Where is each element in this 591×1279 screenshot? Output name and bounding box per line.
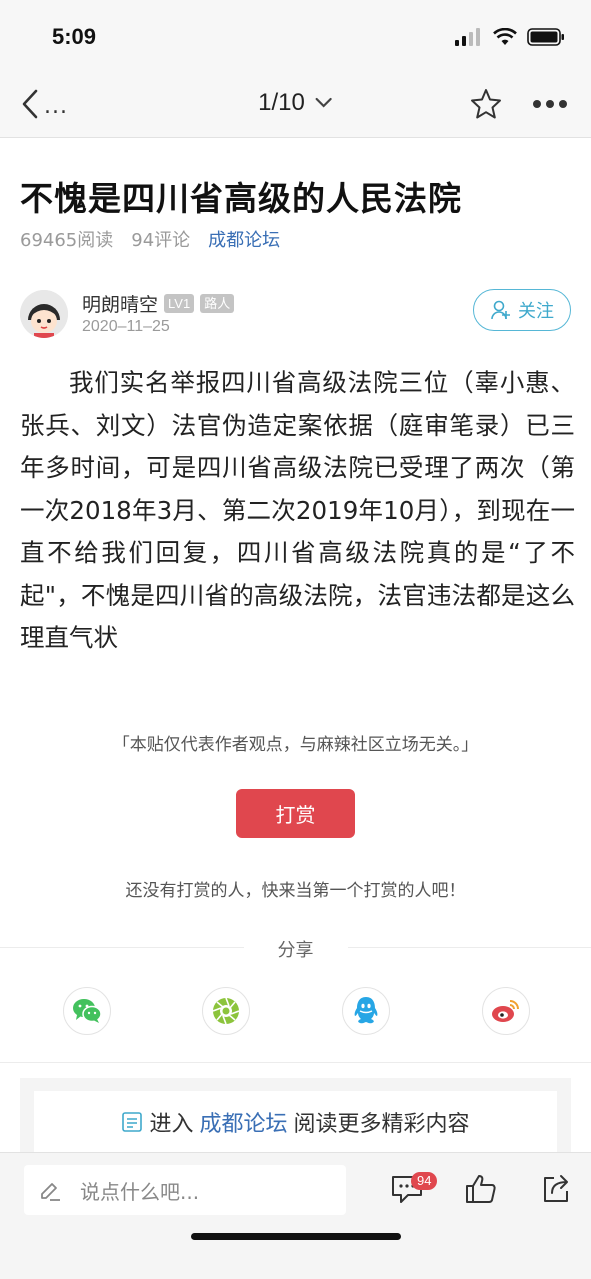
add-user-icon — [491, 300, 510, 320]
status-bar: 5:09 — [0, 0, 591, 72]
star-icon — [471, 89, 501, 119]
status-time: 5:09 — [52, 24, 97, 49]
back-label: ... — [44, 93, 68, 119]
moments-icon — [212, 997, 240, 1025]
battery-icon — [527, 28, 564, 46]
signal-icon — [455, 28, 480, 46]
forum-card-prefix: 进入 — [149, 1112, 194, 1137]
nav-bar: ... 1/10 — [0, 72, 591, 138]
thumbs-up-icon — [466, 1175, 496, 1203]
author-name[interactable]: 明朗晴空 — [82, 290, 158, 317]
status-icons — [455, 28, 565, 46]
list-document-icon — [122, 1112, 143, 1132]
page-indicator: 1/10 — [258, 89, 305, 116]
post-body: 我们实名举报四川省高级法院三位（辜小惠、张兵、刘文）法官伪造定案依据（庭审笔录）… — [20, 368, 575, 652]
qq-icon — [354, 997, 378, 1024]
bottom-bar: 说点什么吧... 94 — [0, 1152, 591, 1279]
chevron-down-icon — [315, 97, 332, 108]
home-indicator — [191, 1233, 401, 1240]
more-dot — [533, 100, 541, 108]
more-dot — [559, 100, 567, 108]
disclaimer: 「本贴仅代表作者观点，与麻辣社区立场无关。」 — [112, 735, 479, 755]
share-wechat-button[interactable] — [63, 987, 111, 1035]
author-name-row: 明朗晴空 LV1 路人 — [82, 290, 235, 317]
favorite-button[interactable] — [469, 87, 503, 125]
reward-button[interactable]: 打赏 — [236, 789, 355, 838]
share-weibo-button[interactable] — [482, 987, 530, 1035]
share-button[interactable] — [540, 1173, 572, 1209]
share-qq-button[interactable] — [342, 987, 390, 1035]
level-badge: LV1 — [164, 294, 195, 313]
reward-hint: 还没有打赏的人，快来当第一个打赏的人吧！ — [125, 881, 466, 901]
forum-card-suffix: 阅读更多精彩内容 — [293, 1112, 470, 1137]
page-selector[interactable]: 1/10 — [258, 89, 333, 117]
more-button[interactable] — [533, 100, 567, 108]
back-button[interactable]: ... — [20, 88, 68, 120]
post-date: 2020–11–25 — [82, 318, 170, 335]
comment-placeholder: 说点什么吧... — [80, 1179, 200, 1204]
read-count: 69465阅读 — [20, 230, 114, 251]
role-badge: 路人 — [200, 294, 235, 313]
comment-count: 94评论 — [131, 230, 191, 251]
wifi-icon — [493, 28, 517, 45]
follow-button[interactable]: 关注 — [473, 289, 571, 331]
more-dot — [546, 100, 554, 108]
enter-forum-card[interactable]: 进入 成都论坛 阅读更多精彩内容 — [34, 1091, 557, 1153]
avatar[interactable] — [20, 290, 68, 338]
post-title: 不愧是四川省高级的人民法院 — [20, 179, 462, 218]
pencil-icon — [41, 1183, 60, 1201]
follow-label: 关注 — [518, 301, 554, 322]
chevron-left-icon — [22, 89, 38, 119]
wechat-icon — [73, 999, 102, 1023]
comment-count-badge: 94 — [411, 1172, 438, 1190]
share-moments-button[interactable] — [202, 987, 250, 1035]
like-button[interactable] — [464, 1173, 498, 1209]
forum-link[interactable]: 成都论坛 — [208, 226, 280, 252]
share-export-icon — [544, 1175, 568, 1202]
forum-card-forum: 成都论坛 — [199, 1112, 288, 1137]
divider — [0, 1062, 591, 1063]
avatar-cartoon-icon — [20, 290, 68, 338]
comment-input[interactable]: 说点什么吧... — [24, 1165, 346, 1215]
weibo-icon — [492, 1000, 519, 1022]
post-meta: 69465阅读 94评论 成都论坛 — [20, 226, 280, 252]
share-label: 分享 — [277, 940, 314, 961]
